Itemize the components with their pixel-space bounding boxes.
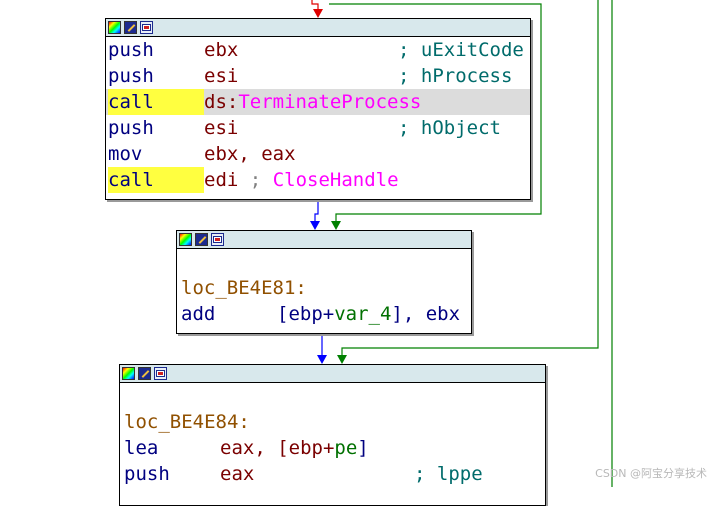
graph-overview-icon[interactable] bbox=[140, 21, 153, 34]
arrow-green-1 bbox=[331, 221, 341, 230]
mnemonic: push bbox=[108, 117, 154, 139]
color-palette-icon[interactable] bbox=[108, 21, 121, 34]
operand-close: ], ebx bbox=[391, 303, 461, 325]
block-2-titlebar bbox=[177, 231, 471, 249]
operand[interactable]: eax, [ebp+ bbox=[220, 437, 334, 459]
arrow-blue-1 bbox=[310, 221, 320, 230]
mnemonic: push bbox=[108, 39, 154, 61]
instruction-line-highlighted[interactable]: call ds:TerminateProcess bbox=[106, 89, 530, 115]
code-label[interactable]: loc_BE4E81: bbox=[181, 277, 307, 299]
color-palette-icon[interactable] bbox=[179, 233, 192, 246]
comment: ; uExitCode bbox=[398, 39, 524, 61]
instruction-line[interactable]: push eax; lppe bbox=[120, 461, 545, 487]
watermark: CSDN @阿宝分享技术 bbox=[595, 467, 707, 480]
comment: ; lppe bbox=[414, 463, 483, 485]
segment: ds: bbox=[204, 91, 239, 113]
color-palette-icon[interactable] bbox=[122, 367, 135, 380]
operand[interactable]: ebx, eax bbox=[204, 143, 296, 165]
instruction-line[interactable]: mov ebx, eax bbox=[106, 141, 530, 167]
operand-close: ] bbox=[357, 437, 369, 459]
instruction-line[interactable]: add [ebp+var_4], ebx bbox=[177, 301, 471, 327]
operand[interactable]: esi bbox=[204, 63, 398, 89]
mnemonic: add bbox=[181, 303, 216, 325]
code-label-line[interactable]: loc_BE4E81: bbox=[177, 275, 471, 301]
code-block-3[interactable]: loc_BE4E84: lea eax, [ebp+pe] push eax; lp… bbox=[119, 364, 546, 506]
stack-variable[interactable]: pe bbox=[334, 437, 357, 459]
block-3-titlebar bbox=[120, 365, 545, 383]
instruction-line[interactable]: push ebx; uExitCode bbox=[106, 37, 530, 63]
mnemonic: push bbox=[108, 65, 154, 87]
mnemonic: mov bbox=[108, 143, 143, 165]
operand[interactable]: eax bbox=[220, 461, 414, 487]
graph-overview-icon[interactable] bbox=[211, 233, 224, 246]
arrow-incoming-red bbox=[313, 9, 323, 18]
operand-open: [ebp+ bbox=[277, 303, 335, 325]
instruction-line[interactable]: push esi; hProcess bbox=[106, 63, 530, 89]
code-block-2[interactable]: loc_BE4E81: add [ebp+var_4], ebx bbox=[176, 230, 472, 334]
block-1-titlebar bbox=[106, 19, 530, 37]
stack-variable[interactable]: var_4 bbox=[334, 303, 391, 325]
edit-pencil-icon[interactable] bbox=[138, 367, 151, 380]
mnemonic: lea bbox=[124, 437, 159, 459]
edit-pencil-icon[interactable] bbox=[195, 233, 208, 246]
graph-overview-icon[interactable] bbox=[154, 367, 167, 380]
comment: ; hObject bbox=[398, 117, 501, 139]
code-label-line[interactable]: loc_BE4E84: bbox=[120, 409, 545, 435]
code-label[interactable]: loc_BE4E84: bbox=[124, 411, 250, 433]
mnemonic-call: call bbox=[108, 89, 204, 115]
arrow-green-2 bbox=[337, 355, 347, 364]
comment: ; hProcess bbox=[398, 65, 513, 87]
operand[interactable]: edi bbox=[204, 169, 238, 191]
operand[interactable]: esi bbox=[204, 115, 398, 141]
code-block-1[interactable]: push ebx; uExitCode push esi; hProcess cal… bbox=[105, 18, 531, 200]
arrow-blue-2 bbox=[317, 355, 327, 364]
mnemonic-call: call bbox=[108, 167, 204, 193]
instruction-line[interactable]: call edi ; CloseHandle bbox=[106, 167, 530, 193]
api-name[interactable]: CloseHandle bbox=[273, 169, 399, 191]
operand[interactable]: ebx bbox=[204, 37, 398, 63]
instruction-line[interactable]: lea eax, [ebp+pe] bbox=[120, 435, 545, 461]
edge-blue-1 bbox=[314, 200, 319, 224]
mnemonic: push bbox=[124, 463, 170, 485]
edit-pencil-icon[interactable] bbox=[124, 21, 137, 34]
comment-separator: ; bbox=[249, 169, 262, 191]
api-name[interactable]: TerminateProcess bbox=[238, 91, 421, 113]
instruction-line[interactable]: push esi; hObject bbox=[106, 115, 530, 141]
